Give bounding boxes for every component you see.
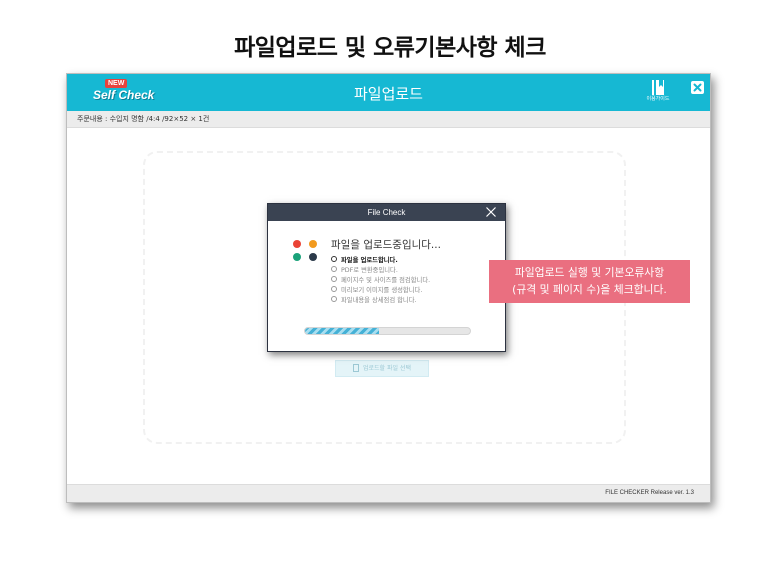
dialog-title: File Check	[367, 208, 406, 217]
book-icon	[652, 80, 664, 95]
dialog-close-icon[interactable]	[485, 206, 497, 218]
select-file-label: 업로드할 파일 선택	[363, 365, 411, 372]
step-label: 페이지수 및 사이즈를 점검합니다.	[341, 277, 431, 284]
radio-indicator	[331, 286, 337, 292]
titlebar: NEW Self Check 파일업로드 이용가이드	[67, 74, 710, 111]
order-info: 주문내용 : 수입지 명함 /4:4 /92×52 × 1건	[77, 115, 210, 123]
step-item: 미리보기 이미지를 생성합니다.	[331, 286, 423, 295]
step-label: PDF로 변환중입니다.	[341, 267, 398, 274]
window-title: 파일업로드	[353, 85, 423, 103]
info-callout: 파일업로드 실행 및 기본오류사항 (규격 및 페이지 수)을 체크합니다.	[489, 260, 690, 303]
step-label: 파일내용을 상세점검 합니다.	[341, 297, 417, 304]
radio-indicator	[331, 296, 337, 302]
upload-heading: 파일을 업로드중입니다...	[331, 239, 441, 251]
select-file-button[interactable]: 업로드할 파일 선택	[335, 360, 429, 377]
step-item: PDF로 변환중입니다.	[331, 266, 398, 275]
close-icon	[693, 83, 702, 92]
progress-bar	[304, 327, 471, 335]
user-guide-button[interactable]: 이용가이드	[643, 79, 673, 109]
callout-line-1: 파일업로드 실행 및 기본오류사항	[514, 266, 665, 279]
radio-indicator	[331, 276, 337, 282]
close-button[interactable]	[691, 81, 704, 94]
dialog-titlebar: File Check	[268, 204, 505, 221]
file-check-dialog: File Check 파일을 업로드중입니다... 파일을 업로드합니다. PD…	[267, 203, 506, 352]
user-guide-label: 이용가이드	[646, 96, 670, 102]
callout-line-2: (규격 및 페이지 수)을 체크합니다.	[512, 283, 667, 296]
step-label: 미리보기 이미지를 생성합니다.	[341, 287, 423, 294]
step-item: 파일을 업로드합니다.	[331, 256, 398, 265]
page-title: 파일업로드 및 오류기본사항 체크	[234, 35, 546, 61]
step-item: 페이지수 및 사이즈를 점검합니다.	[331, 276, 431, 285]
status-dot	[309, 240, 317, 248]
step-label: 파일을 업로드합니다.	[341, 257, 398, 264]
status-dot	[309, 253, 317, 261]
radio-indicator	[331, 266, 337, 272]
document-icon	[353, 363, 359, 372]
status-dot	[293, 240, 301, 248]
release-version: FILE CHECKER Release ver. 1.3	[605, 490, 694, 496]
order-info-bar: 주문내용 : 수입지 명함 /4:4 /92×52 × 1건	[67, 111, 710, 128]
progress-fill	[305, 328, 380, 334]
step-item: 파일내용을 상세점검 합니다.	[331, 296, 417, 305]
status-dot	[293, 253, 301, 261]
radio-indicator	[331, 256, 337, 262]
status-bar: FILE CHECKER Release ver. 1.3	[67, 484, 710, 502]
